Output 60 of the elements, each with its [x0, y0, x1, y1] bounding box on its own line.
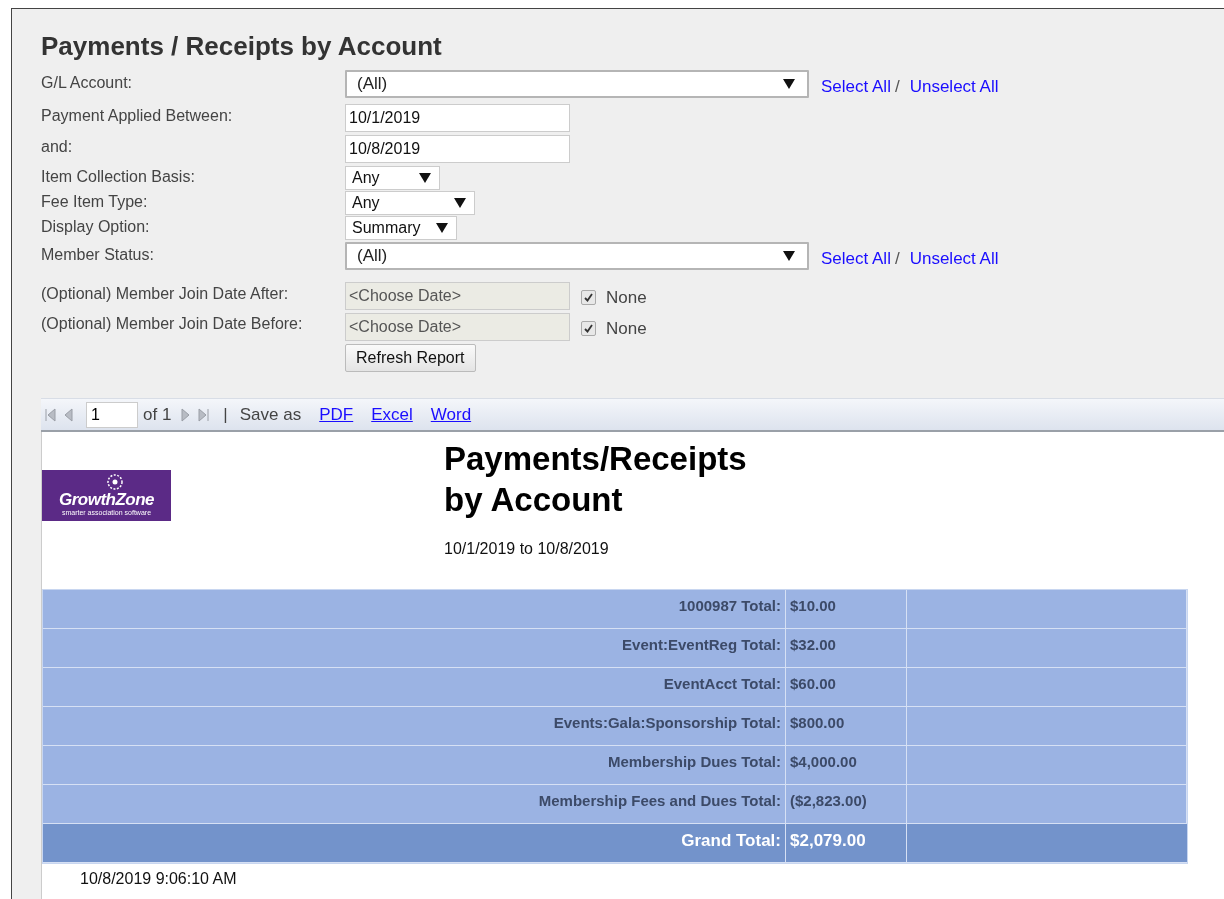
option-select[interactable]: Any [345, 191, 475, 215]
first-page-icon[interactable] [45, 406, 57, 423]
none-label: None [606, 287, 647, 308]
account-total-label: Event:EventReg Total: [43, 629, 786, 668]
save-as-label: Save as [239, 404, 302, 425]
grand-total-amount: $2,079.00 [786, 824, 907, 863]
account-total-amount: $4,000.00 [786, 746, 907, 785]
account-total-amount: $10.00 [786, 590, 907, 629]
link-separator: / [894, 248, 900, 269]
filter-label: and: [41, 137, 74, 157]
filter-label: Payment Applied Between: [41, 106, 234, 126]
filter-label: Fee Item Type: [41, 192, 149, 212]
date-range: 10/1/2019 to 10/8/2019 [444, 540, 610, 558]
account-select[interactable]: (All) [345, 70, 809, 98]
filter-label: Member Status: [41, 245, 155, 265]
account-select[interactable]: (All) [345, 242, 809, 270]
option-select[interactable]: Any [345, 166, 440, 190]
option-select[interactable]: Summary [345, 216, 457, 240]
caret-icon [454, 198, 466, 208]
next-page-icon[interactable] [179, 406, 192, 423]
caret-icon [783, 79, 795, 89]
none-label: None [606, 318, 647, 339]
caret-icon [419, 173, 431, 183]
filter-label: Display Option: [41, 217, 151, 237]
export-link[interactable]: Word [430, 404, 472, 425]
page-title: Payments / Receipts by Account [41, 31, 443, 61]
account-total-amount: $800.00 [786, 707, 907, 746]
page-number-field[interactable]: 1 [86, 401, 138, 428]
previous-page-icon[interactable] [63, 406, 75, 423]
filter-label: Item Collection Basis: [41, 167, 196, 187]
link-separator: / [894, 76, 900, 97]
account-total-label: 1000987 Total: [43, 590, 786, 629]
unselect-all-link[interactable]: Unselect All [909, 248, 999, 269]
logo-emblem-icon [106, 473, 124, 491]
filter-label: G/L Account: [41, 73, 133, 93]
report-timestamp: 10/8/2019 9:06:10 AM [80, 870, 238, 888]
account-total-label: Membership Dues Total: [43, 746, 786, 785]
date-field[interactable]: 10/8/2019 [345, 135, 570, 163]
filter-label: (Optional) Member Join Date Before: [41, 314, 304, 334]
account-total-amount: ($2,823.00) [786, 785, 907, 824]
account-total-label: EventAcct Total: [43, 668, 786, 707]
last-page-icon[interactable] [197, 406, 210, 423]
caret-icon [783, 251, 795, 261]
refresh-report-button[interactable]: Refresh Report [345, 344, 476, 372]
caret-icon [436, 223, 448, 233]
select-all-link[interactable]: Select All [821, 76, 891, 97]
account-total-amount: $32.00 [786, 629, 907, 668]
account-total-label: Events:Gala:Sponsorship Total: [43, 707, 786, 746]
account-total-amount: $60.00 [786, 668, 907, 707]
grand-total-label: Grand Total: [43, 824, 786, 863]
page-count: of 1 [143, 404, 172, 425]
date-field[interactable]: 10/1/2019 [345, 104, 570, 132]
report-title: Payments/Receipts by Account [444, 439, 748, 520]
filter-label: (Optional) Member Join Date After: [41, 284, 290, 304]
unselect-all-link[interactable]: Unselect All [909, 76, 999, 97]
export-link[interactable]: PDF [319, 404, 354, 425]
toolbar-separator: | [223, 404, 228, 425]
account-total-label: Membership Fees and Dues Total: [43, 785, 786, 824]
export-link[interactable]: Excel [371, 404, 413, 425]
select-all-link[interactable]: Select All [821, 248, 891, 269]
